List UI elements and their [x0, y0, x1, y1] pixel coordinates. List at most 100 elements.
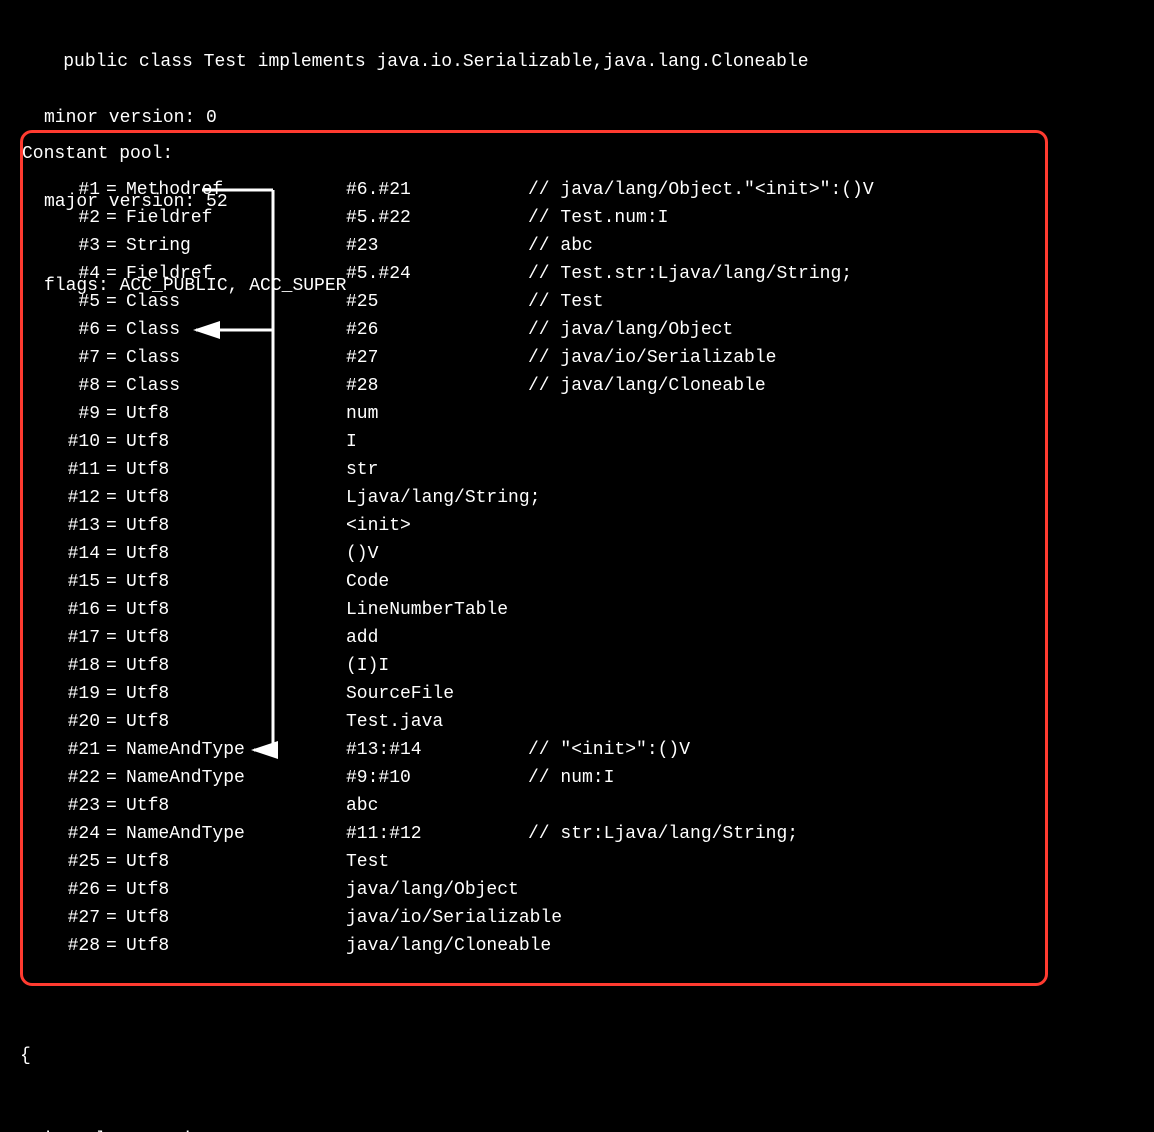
cp-ref: LineNumberTable	[346, 596, 508, 624]
cp-ref: #11:#12	[346, 820, 422, 848]
constant-pool-row: #28=Utf8java/lang/Cloneable	[20, 932, 1040, 960]
cp-index: #16	[20, 596, 100, 624]
cp-type: Utf8	[126, 568, 169, 596]
cp-equals: =	[106, 232, 117, 260]
cp-comment: // num:I	[528, 764, 614, 792]
constant-pool-row: #11=Utf8str	[20, 456, 1040, 484]
cp-index: #7	[20, 344, 100, 372]
constant-pool-row: #19=Utf8SourceFile	[20, 680, 1040, 708]
cp-ref: java/io/Serializable	[346, 904, 562, 932]
cp-ref: #23	[346, 232, 378, 260]
cp-ref: Test.java	[346, 708, 443, 736]
constant-pool-row: #24=NameAndType#11:#12// str:Ljava/lang/…	[20, 820, 1040, 848]
cp-equals: =	[106, 904, 117, 932]
cp-type: Utf8	[126, 624, 169, 652]
open-brace: {	[20, 1042, 387, 1070]
cp-index: #13	[20, 512, 100, 540]
cp-equals: =	[106, 568, 117, 596]
cp-type: NameAndType	[126, 820, 245, 848]
class-body-footer: { java.lang.String str; descriptor: Ljav…	[20, 986, 387, 1132]
cp-equals: =	[106, 652, 117, 680]
cp-ref: ()V	[346, 540, 378, 568]
constant-pool-row: #3= String #23 // abc	[20, 232, 1040, 260]
cp-ref: java/lang/Object	[346, 876, 519, 904]
cp-index: #25	[20, 848, 100, 876]
cp-index: #15	[20, 568, 100, 596]
constant-pool-row: #21=NameAndType#13:#14// "<init>":()V	[20, 736, 1040, 764]
cp-index: #17	[20, 624, 100, 652]
cp-index: #26	[20, 876, 100, 904]
cp-type: Utf8	[126, 484, 169, 512]
class-declaration: public class Test implements java.io.Ser…	[63, 52, 808, 72]
cp-equals: =	[106, 624, 117, 652]
cp-index: #8	[20, 372, 100, 400]
cp-ref: #5.#24	[346, 260, 411, 288]
constant-pool-row: #14=Utf8()V	[20, 540, 1040, 568]
constant-pool-row: #4=Fieldref#5.#24// Test.str:Ljava/lang/…	[20, 260, 1040, 288]
cp-ref: #27	[346, 344, 378, 372]
constant-pool-row: #8=Class#28// java/lang/Cloneable	[20, 372, 1040, 400]
cp-type: Utf8	[126, 932, 169, 960]
cp-equals: =	[106, 932, 117, 960]
cp-equals: =	[106, 540, 117, 568]
cp-ref: #5.#22	[346, 204, 411, 232]
cp-ref: SourceFile	[346, 680, 454, 708]
cp-comment: // Test.num:I	[528, 204, 668, 232]
cp-type: Utf8	[126, 456, 169, 484]
cp-index: #1	[20, 176, 100, 204]
constant-pool-row: #12=Utf8Ljava/lang/String;	[20, 484, 1040, 512]
cp-ref: #13:#14	[346, 736, 422, 764]
cp-ref: abc	[346, 792, 378, 820]
cp-type: Fieldref	[126, 260, 212, 288]
cp-index: #5	[20, 288, 100, 316]
cp-ref: #25	[346, 288, 378, 316]
constant-pool-row: #17=Utf8add	[20, 624, 1040, 652]
cp-ref: str	[346, 456, 378, 484]
cp-equals: =	[106, 876, 117, 904]
cp-type: Utf8	[126, 596, 169, 624]
cp-ref: Code	[346, 568, 389, 596]
cp-comment: // java/lang/Cloneable	[528, 372, 766, 400]
constant-pool-row: #2=Fieldref#5.#22// Test.num:I	[20, 204, 1040, 232]
cp-ref: num	[346, 400, 378, 428]
cp-equals: =	[106, 820, 117, 848]
cp-type: Class	[126, 288, 180, 316]
cp-index: #23	[20, 792, 100, 820]
cp-ref: #28	[346, 372, 378, 400]
cp-equals: =	[106, 792, 117, 820]
cp-index: #10	[20, 428, 100, 456]
cp-comment: // abc	[528, 232, 593, 260]
cp-comment: // Test	[528, 288, 604, 316]
cp-type: NameAndType	[126, 764, 245, 792]
cp-equals: =	[106, 680, 117, 708]
cp-index: #2	[20, 204, 100, 232]
cp-index: #3	[20, 232, 100, 260]
terminal-output: public class Test implements java.io.Ser…	[0, 0, 1154, 1132]
cp-index: #6	[20, 316, 100, 344]
constant-pool-row: #16=Utf8LineNumberTable	[20, 596, 1040, 624]
constant-pool-row: #6=Class#26// java/lang/Object	[20, 316, 1040, 344]
cp-equals: =	[106, 736, 117, 764]
cp-type: Utf8	[126, 540, 169, 568]
cp-type: Class	[126, 372, 180, 400]
cp-ref: java/lang/Cloneable	[346, 932, 551, 960]
cp-equals: =	[106, 204, 117, 232]
constant-pool-row: #20=Utf8Test.java	[20, 708, 1040, 736]
cp-equals: =	[106, 428, 117, 456]
cp-equals: =	[106, 400, 117, 428]
cp-equals: =	[106, 344, 117, 372]
cp-index: #11	[20, 456, 100, 484]
constant-pool-row: #1=Methodref#6.#21// java/lang/Object."<…	[20, 176, 1040, 204]
cp-equals: =	[106, 764, 117, 792]
cp-type: Utf8	[126, 708, 169, 736]
cp-equals: =	[106, 512, 117, 540]
cp-type: Utf8	[126, 680, 169, 708]
cp-ref: <init>	[346, 512, 411, 540]
cp-type: String	[126, 232, 191, 260]
cp-ref: Test	[346, 848, 389, 876]
cp-equals: =	[106, 176, 117, 204]
cp-comment: // java/lang/Object."<init>":()V	[528, 176, 874, 204]
cp-comment: // Test.str:Ljava/lang/String;	[528, 260, 852, 288]
constant-pool-row: #27=Utf8java/io/Serializable	[20, 904, 1040, 932]
cp-type: Utf8	[126, 876, 169, 904]
